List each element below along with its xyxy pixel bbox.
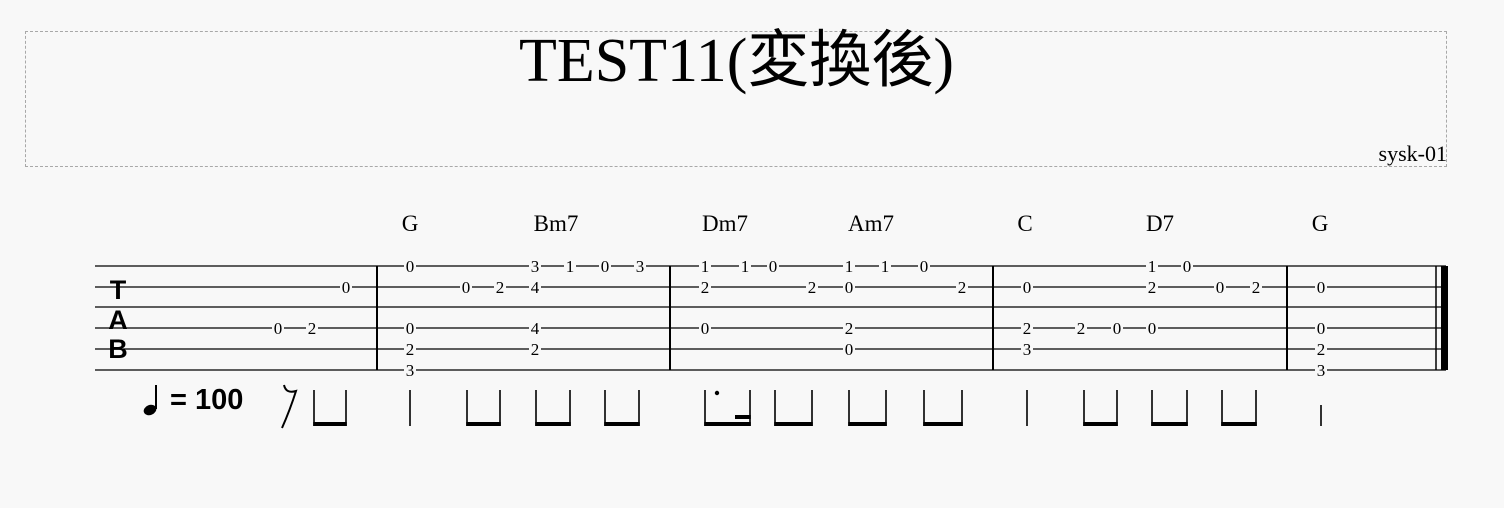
fret-number: 1 bbox=[701, 257, 710, 276]
fret-number: 2 bbox=[1077, 319, 1086, 338]
chord-symbol: G bbox=[402, 211, 419, 236]
note-beam bbox=[1151, 422, 1188, 426]
note-beam bbox=[604, 422, 640, 426]
tab-clef-letter: B bbox=[108, 334, 128, 364]
chord-symbol: G bbox=[1312, 211, 1329, 236]
chord-symbol: Bm7 bbox=[534, 211, 579, 236]
fret-number: 2 bbox=[701, 278, 710, 297]
fret-number: 0 bbox=[701, 319, 710, 338]
fret-number: 0 bbox=[406, 319, 415, 338]
fret-number: 0 bbox=[769, 257, 778, 276]
chord-symbol: Dm7 bbox=[702, 211, 748, 236]
fret-number: 3 bbox=[1317, 361, 1326, 380]
fret-number: 1 bbox=[1148, 257, 1157, 276]
fret-number: 4 bbox=[531, 278, 540, 297]
fret-number: 0 bbox=[845, 278, 854, 297]
fret-number: 0 bbox=[1183, 257, 1192, 276]
fret-number: 2 bbox=[1252, 278, 1261, 297]
fret-number: 0 bbox=[920, 257, 929, 276]
tab-clef: T A B bbox=[108, 275, 128, 364]
fret-number: 2 bbox=[496, 278, 505, 297]
chord-symbol: D7 bbox=[1146, 211, 1174, 236]
staff-lines bbox=[95, 265, 1446, 371]
final-barline-thick bbox=[1441, 266, 1448, 370]
fret-number: 2 bbox=[1317, 340, 1326, 359]
fret-number: 1 bbox=[741, 257, 750, 276]
fret-number: 2 bbox=[958, 278, 967, 297]
fret-number: 0 bbox=[1113, 319, 1122, 338]
fret-number: 0 bbox=[406, 257, 415, 276]
fret-number: 1 bbox=[845, 257, 854, 276]
fret-number: 2 bbox=[531, 340, 540, 359]
fret-number: 0 bbox=[1317, 278, 1326, 297]
fret-number: 2 bbox=[406, 340, 415, 359]
fret-number: 2 bbox=[308, 319, 317, 338]
fret-number: 2 bbox=[845, 319, 854, 338]
dot bbox=[714, 390, 720, 396]
fret-number: 0 bbox=[1317, 319, 1326, 338]
note-beam bbox=[704, 422, 751, 426]
chord-symbol: Am7 bbox=[848, 211, 894, 236]
fret-number: 3 bbox=[531, 257, 540, 276]
fret-number: 0 bbox=[845, 340, 854, 359]
note-beam-partial bbox=[735, 415, 751, 419]
fret-number: 0 bbox=[601, 257, 610, 276]
note-beam bbox=[923, 422, 963, 426]
note-beam bbox=[313, 422, 347, 426]
fret-number: 0 bbox=[342, 278, 351, 297]
chord-symbols: G Bm7 Dm7 Am7 C D7 G bbox=[402, 211, 1329, 236]
rhythm-notation bbox=[281, 384, 1322, 429]
chord-symbol: C bbox=[1017, 211, 1032, 236]
note-beam bbox=[848, 422, 887, 426]
tablature-staff: T A B G Bm7 Dm7 Am7 C D7 G 0 2 0 0 0 2 3 0 2 3 4 4 2… bbox=[95, 211, 1448, 429]
fret-number: 0 bbox=[1216, 278, 1225, 297]
fret-number: 2 bbox=[808, 278, 817, 297]
eighth-rest bbox=[281, 384, 298, 429]
fret-number: 4 bbox=[531, 319, 540, 338]
note-beam bbox=[466, 422, 501, 426]
fret-number: 0 bbox=[462, 278, 471, 297]
fret-number: 0 bbox=[274, 319, 283, 338]
fret-number: 1 bbox=[881, 257, 890, 276]
note-beam bbox=[1083, 422, 1118, 426]
note-beam bbox=[1221, 422, 1257, 426]
fret-numbers: 0 2000230 234421 0 3 1201 0210201 02 0232 0 01200 2… bbox=[272, 257, 1327, 380]
fret-number: 0 bbox=[1148, 319, 1157, 338]
fret-number: 2 bbox=[1023, 319, 1032, 338]
tab-clef-letter: A bbox=[108, 305, 128, 335]
fret-number: 3 bbox=[1023, 340, 1032, 359]
fret-number: 1 bbox=[566, 257, 575, 276]
fret-number: 0 bbox=[1023, 278, 1032, 297]
tab-clef-letter: T bbox=[110, 275, 127, 305]
fret-number: 2 bbox=[1148, 278, 1157, 297]
note-beam bbox=[535, 422, 571, 426]
note-beam bbox=[774, 422, 813, 426]
fret-number: 3 bbox=[636, 257, 645, 276]
fret-number: 3 bbox=[406, 361, 415, 380]
